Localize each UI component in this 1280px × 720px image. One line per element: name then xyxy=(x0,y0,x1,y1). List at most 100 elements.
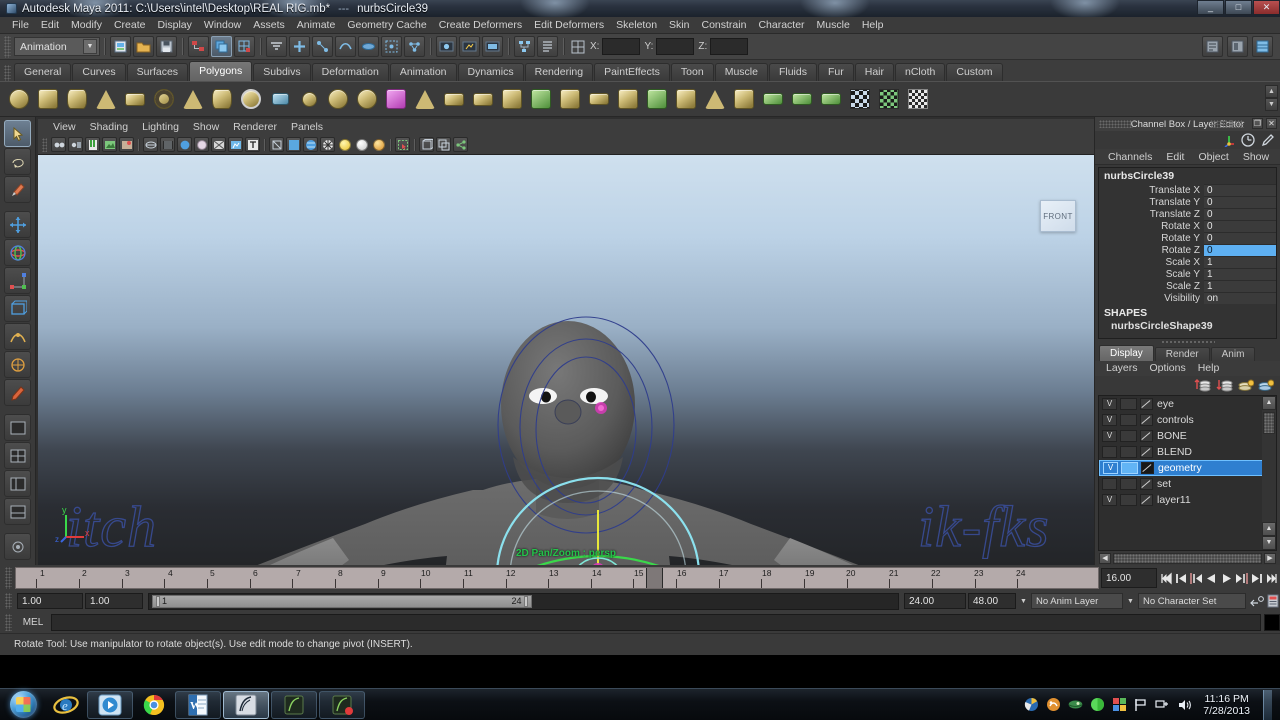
layer-name[interactable]: controls xyxy=(1157,414,1194,426)
channel-value[interactable]: 1 xyxy=(1204,280,1276,292)
use-all-lights-icon[interactable] xyxy=(194,137,209,152)
viewport-menu-panels[interactable]: Panels xyxy=(284,119,330,135)
select-region-icon[interactable] xyxy=(395,137,410,152)
poly-uv-layout-button[interactable] xyxy=(876,86,902,112)
channel-row-visibility[interactable]: Visibility on xyxy=(1099,292,1276,304)
snap-to-view-plane-button[interactable] xyxy=(335,36,356,57)
time-slider[interactable]: 1 2 3 4 5 6 7 8 9 10 11 12 13 14 15 16 1… xyxy=(15,567,1099,589)
poly-cylinder-button[interactable] xyxy=(64,86,90,112)
tray-volume-icon[interactable] xyxy=(1177,698,1192,712)
poly-uv-checker-button[interactable] xyxy=(847,86,873,112)
current-time-field[interactable]: 16.00 xyxy=(1101,568,1157,588)
viewport-icons-grip[interactable] xyxy=(42,137,47,152)
start-button[interactable] xyxy=(0,690,46,720)
poly-pipe-button[interactable] xyxy=(209,86,235,112)
range-slider-thumb[interactable]: 1 24 xyxy=(152,594,532,608)
channel-row-translate-x[interactable]: Translate X 0 xyxy=(1099,184,1276,196)
viewport-menu-view[interactable]: View xyxy=(46,119,83,135)
layer-name[interactable]: layer11 xyxy=(1157,494,1191,506)
channel-value[interactable]: 0 xyxy=(1204,184,1276,196)
poly-torus-button[interactable] xyxy=(151,86,177,112)
ipr-render-button[interactable] xyxy=(459,36,480,57)
x-input[interactable] xyxy=(602,38,641,55)
select-by-object-button[interactable] xyxy=(211,36,232,57)
menu-edit-deformers[interactable]: Edit Deformers xyxy=(528,17,610,34)
tray-icon-2[interactable] xyxy=(1046,697,1061,712)
input-connections-button[interactable] xyxy=(381,36,402,57)
outliner-button[interactable] xyxy=(537,36,558,57)
layer-row-eye[interactable]: V eye xyxy=(1099,396,1276,412)
poly-bevel-button[interactable] xyxy=(557,86,583,112)
animation-end-time-field[interactable]: 48.00 xyxy=(968,593,1016,609)
channel-row-translate-y[interactable]: Translate Y 0 xyxy=(1099,196,1276,208)
playback-options-chevron-icon[interactable]: ▼ xyxy=(1018,598,1029,605)
shelf-tab-hair[interactable]: Hair xyxy=(854,63,894,81)
command-line-grip[interactable] xyxy=(5,613,12,631)
scroll-down-arrow2-icon[interactable]: ▼ xyxy=(1262,536,1276,550)
show-attribute-editor-button[interactable] xyxy=(1202,36,1223,57)
layer-visibility-toggle[interactable] xyxy=(1102,478,1117,490)
go-to-end-button[interactable] xyxy=(1264,570,1278,586)
high-quality-render-icon[interactable] xyxy=(320,137,335,152)
layer-name[interactable]: BLEND xyxy=(1157,446,1192,458)
select-tool-button[interactable] xyxy=(4,120,31,147)
share-network-icon[interactable] xyxy=(453,137,468,152)
range-slider-grip[interactable] xyxy=(5,593,12,609)
layer-menu-layers[interactable]: Layers xyxy=(1100,361,1144,376)
poly-bridge-button[interactable] xyxy=(586,86,612,112)
layer-playback-toggle[interactable] xyxy=(1120,478,1137,490)
layer-name[interactable]: eye xyxy=(1157,398,1174,410)
shelf-tab-fur[interactable]: Fur xyxy=(817,63,854,81)
y-input[interactable] xyxy=(656,38,695,55)
layer-playback-toggle[interactable] xyxy=(1120,494,1137,506)
poly-smooth-button[interactable] xyxy=(644,86,670,112)
numeric-input-mode-icon[interactable] xyxy=(570,39,586,55)
poly-helix-button[interactable] xyxy=(267,86,293,112)
menu-create[interactable]: Create xyxy=(108,17,152,34)
scale-tool-button[interactable] xyxy=(4,267,31,294)
tray-icon-1[interactable] xyxy=(1024,697,1039,712)
shelf-tab-deformation[interactable]: Deformation xyxy=(311,63,389,81)
layer-row-layer11[interactable]: V layer11 xyxy=(1099,492,1276,508)
layer-menu-help[interactable]: Help xyxy=(1192,361,1226,376)
taskbar-microsoft-word[interactable]: W xyxy=(175,690,221,719)
menu-muscle[interactable]: Muscle xyxy=(811,17,856,34)
open-scene-button[interactable] xyxy=(133,36,154,57)
layer-menu-options[interactable]: Options xyxy=(1144,361,1192,376)
play-backwards-button[interactable] xyxy=(1204,570,1218,586)
tray-network-icon[interactable] xyxy=(1155,698,1170,712)
single-perspective-layout-button[interactable] xyxy=(4,414,31,441)
shelf-tab-rendering[interactable]: Rendering xyxy=(524,63,594,81)
channel-row-scale-x[interactable]: Scale X 1 xyxy=(1099,256,1276,268)
menu-skeleton[interactable]: Skeleton xyxy=(610,17,663,34)
layer-playback-toggle[interactable] xyxy=(1120,414,1137,426)
clock-keyframe-icon[interactable] xyxy=(1241,133,1255,147)
panel-close-button[interactable]: ✕ xyxy=(1266,118,1277,129)
poly-sphere-button[interactable] xyxy=(6,86,32,112)
poly-mirror-button[interactable] xyxy=(499,86,525,112)
menu-modify[interactable]: Modify xyxy=(65,17,108,34)
channel-row-scale-y[interactable]: Scale Y 1 xyxy=(1099,268,1276,280)
layer-list-horizontal-scrollbar[interactable]: ◀ ▶ xyxy=(1095,551,1280,565)
shelf-tab-custom[interactable]: Custom xyxy=(946,63,1003,81)
step-forward-frame-button[interactable] xyxy=(1234,570,1248,586)
shelf-tab-animation[interactable]: Animation xyxy=(389,63,457,81)
snap-to-curve-button[interactable] xyxy=(289,36,310,57)
render-settings-button[interactable] xyxy=(482,36,503,57)
snap-to-grid-button[interactable] xyxy=(266,36,287,57)
tray-flag-icon[interactable] xyxy=(1134,698,1148,712)
shelf-tab-dynamics[interactable]: Dynamics xyxy=(457,63,524,81)
poly-quadrangulate-button[interactable] xyxy=(731,86,757,112)
shelf-grip[interactable] xyxy=(4,65,11,81)
animation-start-time-field[interactable]: 1.00 xyxy=(17,593,83,609)
channel-row-rotate-z[interactable]: Rotate Z 0 xyxy=(1099,244,1276,256)
channel-value[interactable]: 0 xyxy=(1204,244,1276,256)
character-set-field[interactable]: No Character Set xyxy=(1138,593,1246,609)
close-button[interactable]: ✕ xyxy=(1253,0,1280,15)
shelf-tab-curves[interactable]: Curves xyxy=(72,63,126,81)
2d-pan-zoom-icon[interactable] xyxy=(119,137,134,152)
hypergraph-button[interactable] xyxy=(514,36,535,57)
save-scene-button[interactable] xyxy=(156,36,177,57)
layer-tab-render[interactable]: Render xyxy=(1154,347,1210,361)
channel-value[interactable]: 1 xyxy=(1204,256,1276,268)
